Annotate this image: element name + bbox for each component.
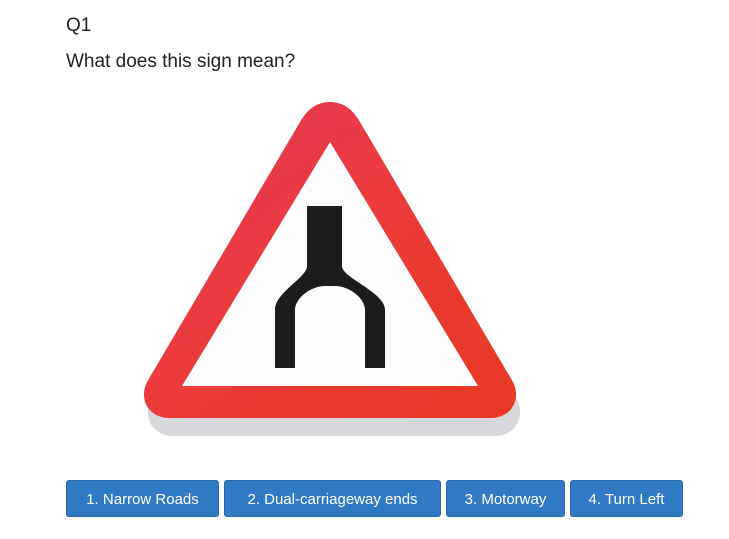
answer-button-4[interactable]: 4. Turn Left xyxy=(570,480,683,517)
dual-carriageway-ends-sign-icon xyxy=(143,102,521,436)
answer-button-1[interactable]: 1. Narrow Roads xyxy=(66,480,219,517)
question-text: What does this sign mean? xyxy=(66,51,296,72)
answer-options: 1. Narrow Roads 2. Dual-carriageway ends… xyxy=(66,480,683,517)
road-sign-image xyxy=(135,98,525,438)
answer-button-3[interactable]: 3. Motorway xyxy=(446,480,565,517)
answer-button-2[interactable]: 2. Dual-carriageway ends xyxy=(224,480,441,517)
question-number: Q1 xyxy=(66,15,92,36)
